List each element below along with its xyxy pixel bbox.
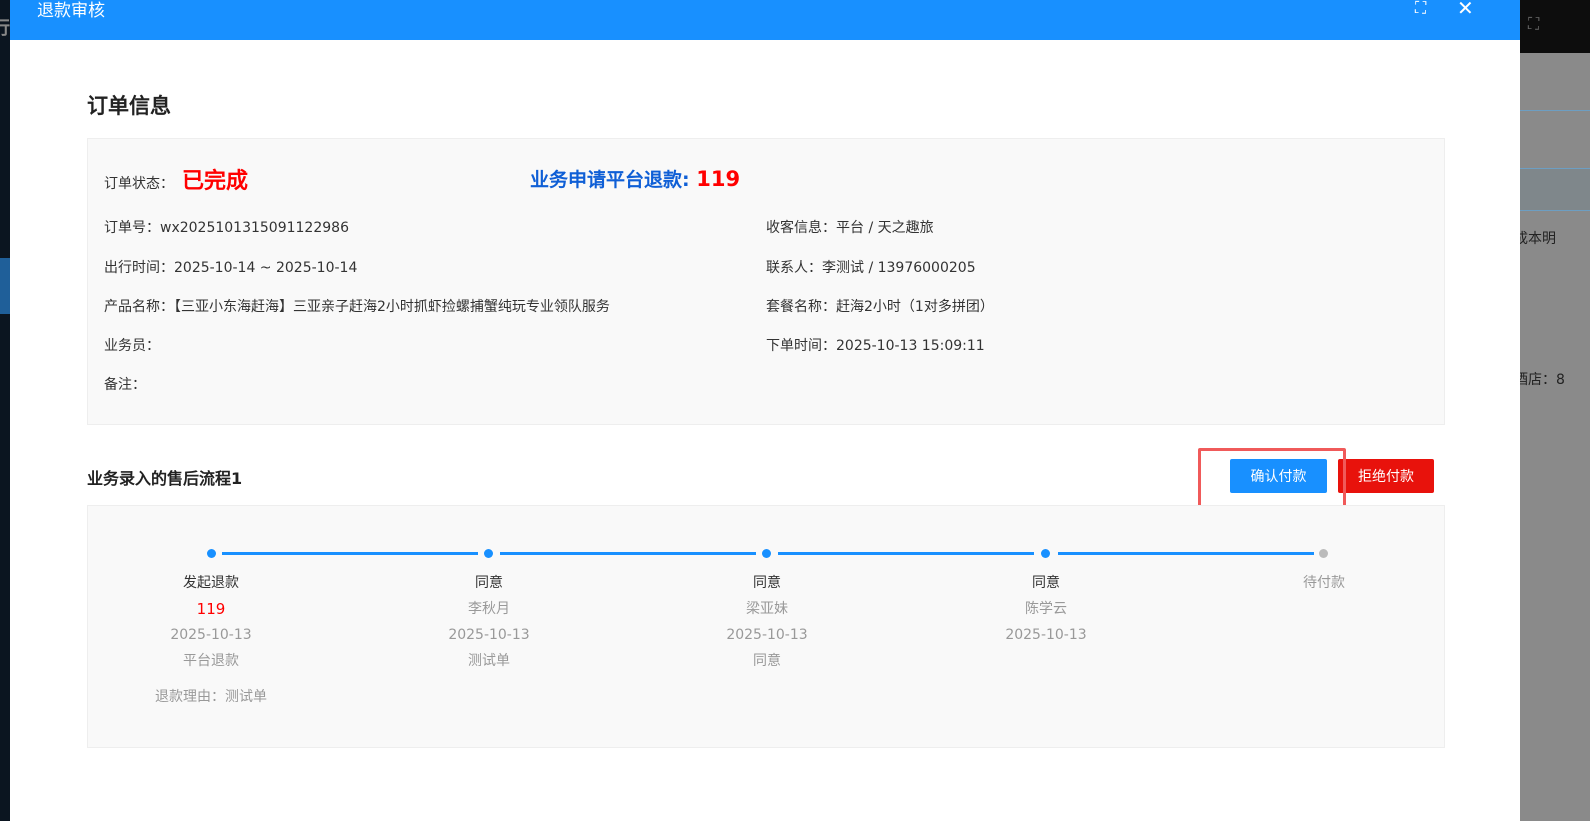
travel-time: 2025-10-14 ~ 2025-10-14 bbox=[174, 260, 358, 276]
step-connector bbox=[778, 552, 1034, 555]
background-text: 成本明 bbox=[1514, 231, 1556, 247]
step-approve: 同意 李秋月 2025-10-13 测试单 bbox=[389, 570, 589, 674]
field-label: 下单时间： bbox=[766, 338, 836, 354]
step-dot bbox=[1041, 549, 1050, 558]
background-page: ⛶ 成本明 酒店：8 bbox=[1514, 0, 1590, 821]
modal-title: 退款审核 bbox=[37, 1, 105, 21]
customer-info: 平台 / 天之趣旅 bbox=[836, 220, 934, 236]
field-label: 备注： bbox=[104, 377, 146, 393]
divider bbox=[1520, 168, 1590, 169]
step-connector bbox=[222, 552, 478, 555]
background-row bbox=[1520, 168, 1590, 210]
modal-header: 退款审核 ⛶ ✕ bbox=[10, 0, 1520, 40]
product-name: 【三亚小东海赶海】三亚亲子赶海2小时抓虾捡螺捕蟹纯玩专业领队服务 bbox=[174, 299, 610, 315]
field-label: 套餐名称： bbox=[766, 299, 836, 315]
field-label: 业务员： bbox=[104, 338, 160, 354]
step-reason: 退款理由：测试单 bbox=[155, 689, 267, 705]
reject-payment-button[interactable]: 拒绝付款 bbox=[1338, 459, 1434, 493]
apply-label: 业务申请平台退款: bbox=[530, 169, 697, 191]
background-sidebar: 行 bbox=[0, 0, 10, 821]
step-dot bbox=[207, 549, 216, 558]
order-info-panel: 订单状态： 已完成 业务申请平台退款: 119 订单号：wx20251013150… bbox=[87, 138, 1445, 425]
order-time: 2025-10-13 15:09:11 bbox=[836, 338, 985, 354]
status-label: 订单状态： bbox=[104, 176, 174, 192]
step-pending-payment: 待付款 bbox=[1224, 570, 1424, 596]
apply-amount: 119 bbox=[696, 167, 741, 191]
step-approve: 同意 梁亚妹 2025-10-13 同意 bbox=[667, 570, 867, 674]
step-title: 待付款 bbox=[1303, 575, 1345, 591]
step-approve: 同意 陈学云 2025-10-13 bbox=[946, 570, 1146, 648]
step-title: 同意 bbox=[753, 575, 781, 591]
step-initiate-refund: 发起退款 119 2025-10-13 平台退款 退款理由：测试单 bbox=[111, 570, 311, 710]
step-connector bbox=[1058, 552, 1314, 555]
step-date: 2025-10-13 bbox=[170, 627, 252, 643]
step-dot bbox=[762, 549, 771, 558]
field-label: 收客信息： bbox=[766, 220, 836, 236]
field-label: 产品名称： bbox=[104, 299, 174, 315]
package-name: 赶海2小时（1对多拼团） bbox=[836, 299, 994, 315]
background-text: 行 bbox=[0, 18, 10, 39]
divider bbox=[1520, 210, 1590, 211]
flow-title: 业务录入的售后流程1 bbox=[87, 469, 243, 488]
background-text: 酒店：8 bbox=[1514, 372, 1565, 388]
background-active-item bbox=[0, 258, 10, 314]
step-date: 2025-10-13 bbox=[1005, 627, 1087, 643]
field-label: 出行时间： bbox=[104, 260, 174, 276]
refund-flow-steps: 发起退款 119 2025-10-13 平台退款 退款理由：测试单 同意 李秋月… bbox=[87, 505, 1445, 748]
order-number: wx2025101315091122986 bbox=[160, 220, 349, 236]
step-dot-pending bbox=[1319, 549, 1328, 558]
step-connector bbox=[500, 552, 756, 555]
step-note: 平台退款 bbox=[183, 653, 239, 669]
maximize-icon[interactable]: ⛶ bbox=[1415, 0, 1426, 18]
close-icon[interactable]: ✕ bbox=[1457, 0, 1474, 20]
field-label: 订单号： bbox=[104, 220, 160, 236]
step-date: 2025-10-13 bbox=[726, 627, 808, 643]
step-person: 李秋月 bbox=[468, 601, 510, 617]
step-person: 陈学云 bbox=[1025, 601, 1067, 617]
contact: 李测试 / 13976000205 bbox=[822, 260, 976, 276]
field-label: 联系人： bbox=[766, 260, 822, 276]
step-title: 同意 bbox=[1032, 575, 1060, 591]
fullscreen-icon: ⛶ bbox=[1528, 14, 1540, 33]
refund-review-modal: 退款审核 ⛶ ✕ 订单信息 订单状态： 已完成 业务申请平台退款: 119 订单号… bbox=[10, 0, 1520, 821]
step-note: 测试单 bbox=[468, 653, 510, 669]
background-header: ⛶ bbox=[1520, 0, 1590, 53]
step-date: 2025-10-13 bbox=[448, 627, 530, 643]
section-title: 订单信息 bbox=[87, 94, 171, 118]
step-person: 梁亚妹 bbox=[746, 601, 788, 617]
step-dot bbox=[484, 549, 493, 558]
status-value: 已完成 bbox=[182, 169, 249, 194]
step-title: 发起退款 bbox=[183, 575, 239, 591]
step-title: 同意 bbox=[475, 575, 503, 591]
step-amount: 119 bbox=[196, 600, 226, 618]
step-note: 同意 bbox=[753, 653, 781, 669]
divider bbox=[1520, 110, 1590, 111]
